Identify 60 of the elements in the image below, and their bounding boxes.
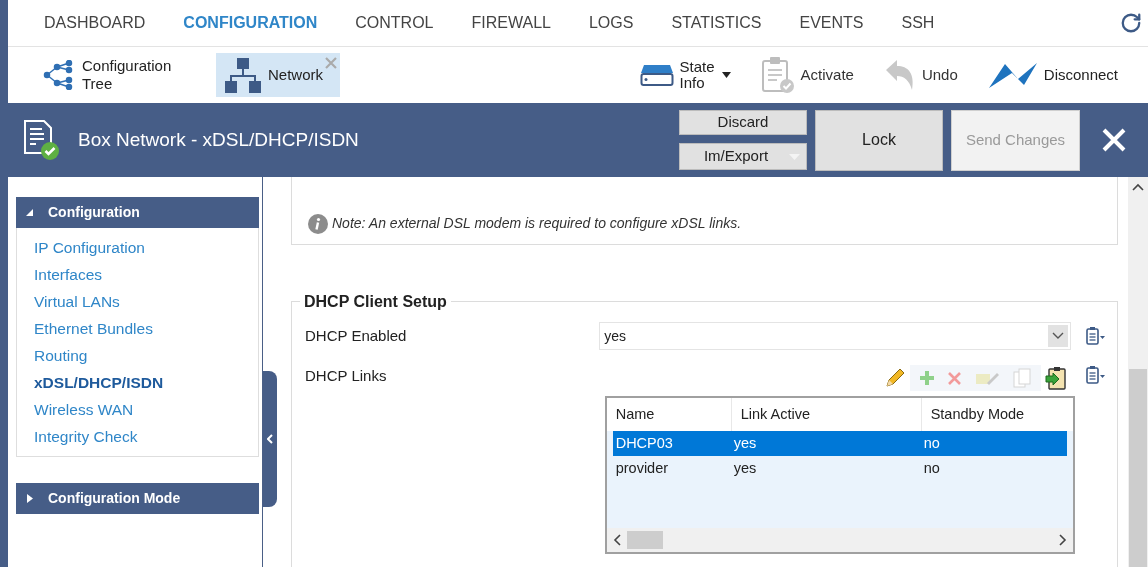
triangle-right-icon xyxy=(26,494,34,503)
im-export-button[interactable]: Im/Export xyxy=(679,143,807,170)
paste-icon[interactable] xyxy=(1045,366,1067,390)
nav-tab[interactable]: SSH xyxy=(901,11,935,35)
chevron-up-icon[interactable] xyxy=(1132,183,1144,191)
clipboard-menu-icon[interactable] xyxy=(1085,326,1107,346)
sidebar-item[interactable]: xDSL/DHCP/ISDN xyxy=(34,369,258,396)
table-cell-text: provider xyxy=(614,458,670,478)
table-cell-text: yes xyxy=(732,433,758,453)
table-cell-text: no xyxy=(922,433,941,453)
nav-tab[interactable]: STATISTICS xyxy=(671,11,762,35)
nav-tab[interactable]: CONTROL xyxy=(355,11,434,35)
table-row[interactable]: provider yes no xyxy=(612,456,1067,481)
network-icon xyxy=(224,56,262,94)
table-row[interactable]: DHCP03 yes no xyxy=(612,431,1067,456)
lightning-icon xyxy=(987,61,1038,89)
nav-tab[interactable]: CONFIGURATION xyxy=(183,11,318,35)
sidebar-item[interactable]: Ethernet Bundles xyxy=(34,315,258,342)
toolbar-button[interactable]: Disconnect xyxy=(987,61,1118,89)
chevron-left-icon xyxy=(267,434,273,444)
nav-tab[interactable]: DASHBOARD xyxy=(44,11,146,35)
dhcp-enabled-dropdown[interactable]: yes xyxy=(599,322,1071,350)
page-title: Box Network - xDSL/DHCP/ISDN xyxy=(78,127,359,152)
note-text: Note: An external DSL modem is required to configure xDSL links. xyxy=(332,214,742,233)
field-label: DHCP Enabled xyxy=(305,325,408,346)
column-header[interactable]: Name xyxy=(606,398,731,431)
sidebar-item[interactable]: Integrity Check xyxy=(34,423,258,450)
sidebar-item[interactable]: Wireless WAN xyxy=(34,396,258,423)
toolbar-button[interactable]: State Info xyxy=(639,59,731,91)
chevron-down-icon xyxy=(1048,325,1068,347)
info-icon xyxy=(308,214,328,234)
sidebar-item[interactable]: Virtual LANs xyxy=(34,288,258,315)
toolbar-tab[interactable]: Configuration Tree xyxy=(34,53,186,97)
horizontal-scrollbar[interactable] xyxy=(606,528,1073,552)
field-label: DHCP Links xyxy=(305,366,388,386)
table-cell-text: DHCP03 xyxy=(614,433,674,453)
chevron-right-icon[interactable] xyxy=(1059,534,1067,546)
sidebar-item[interactable]: Routing xyxy=(34,342,258,369)
nav-tab[interactable]: LOGS xyxy=(588,11,634,35)
scrollbar-thumb[interactable] xyxy=(626,531,663,549)
collapse-handle[interactable] xyxy=(263,371,277,507)
sidebar-item[interactable]: IP Configuration xyxy=(34,234,258,261)
toolbar-tab[interactable]: Network xyxy=(216,53,340,97)
clipboard-check-icon xyxy=(760,56,795,94)
chevron-left-icon[interactable] xyxy=(612,534,621,546)
refresh-icon[interactable] xyxy=(1120,12,1142,34)
pencil-icon[interactable] xyxy=(884,367,906,389)
section-header[interactable]: Configuration xyxy=(16,197,259,228)
triangle-down-icon xyxy=(26,208,34,217)
vertical-scrollbar[interactable] xyxy=(1128,177,1148,567)
sidebar-item[interactable]: Interfaces xyxy=(34,261,258,288)
clipboard-menu-icon[interactable] xyxy=(1085,365,1107,385)
table-cell-text: no xyxy=(922,458,941,478)
drive-icon xyxy=(639,63,674,87)
table-cell-text: yes xyxy=(732,458,758,478)
nav-tab[interactable]: EVENTS xyxy=(799,11,864,35)
section-header[interactable]: Configuration Mode xyxy=(16,483,259,514)
lock-button[interactable]: Lock xyxy=(815,109,943,171)
discard-button[interactable]: Discard xyxy=(679,110,807,135)
nav-tab[interactable]: FIREWALL xyxy=(471,11,551,35)
